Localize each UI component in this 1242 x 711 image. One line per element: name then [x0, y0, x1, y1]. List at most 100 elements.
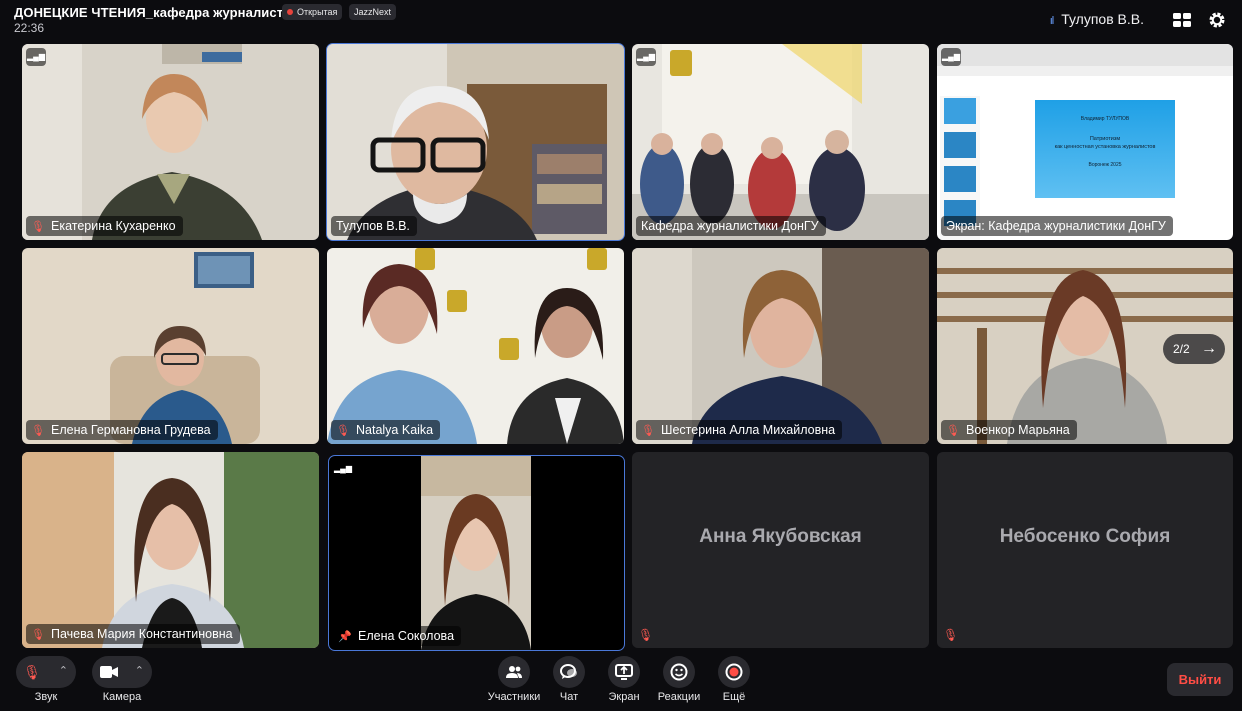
screen-share-button[interactable] — [608, 656, 640, 688]
next-page-arrow-icon[interactable]: → — [1201, 334, 1217, 364]
reactions-label: Реакции — [657, 691, 701, 703]
camera-control[interactable]: ⌃ — [92, 656, 152, 688]
name-label: 🎙 Шестерина Алла Михайловна — [636, 420, 843, 440]
video-tile-kafedra[interactable]: ▂▄▆ Кафедра журналистики ДонГУ — [632, 44, 929, 240]
settings-gear-icon[interactable] — [1207, 10, 1227, 30]
leave-button[interactable]: Выйти — [1167, 663, 1233, 696]
page-indicator: 2/2 — [1173, 342, 1190, 356]
video-tile-kaika[interactable]: 🎙 Natalya Kaika — [327, 248, 624, 444]
name-label: 🎙 Елена Германовна Грудева — [26, 420, 218, 440]
mic-muted-icon: 🎙 — [943, 628, 959, 642]
name-label: Тулупов В.В. — [331, 216, 417, 236]
current-user[interactable]: ıl Тулупов В.В. — [1050, 11, 1144, 27]
name-label: Кафедра журналистики ДонГУ — [636, 216, 826, 236]
pagination[interactable]: 2/2 → — [1163, 334, 1225, 364]
signal-icon: ▂▄▆ — [26, 48, 46, 66]
participant-name: Елена Соколова — [358, 629, 455, 643]
name-label: 🎙 Екатерина Кухаренко — [26, 216, 183, 236]
current-slide: Владимир ТУЛУПОВ Патриотизм как ценностн… — [1035, 100, 1175, 198]
participant-video — [22, 452, 319, 648]
participant-name: Шестерина Алла Михайловна — [661, 423, 836, 437]
video-tile-grudeva[interactable]: 🎙 Елена Германовна Грудева — [22, 248, 319, 444]
sound-label: Звук — [34, 691, 58, 703]
chat-button[interactable] — [553, 656, 585, 688]
participant-name: Экран: Кафедра журналистики ДонГУ — [946, 219, 1166, 233]
participant-video — [632, 44, 929, 240]
slide-city: Воронеж 2025 — [1088, 162, 1122, 168]
mic-muted-icon: 🎙 — [641, 425, 655, 437]
video-tile-nebosenko[interactable]: Небосенко София 🎙 — [937, 452, 1233, 648]
camera-label: Камера — [102, 691, 142, 703]
video-tile-kukharenko[interactable]: ▂▄▆ 🎙 Екатерина Кухаренко — [22, 44, 319, 240]
slide-author: Владимир ТУЛУПОВ — [1080, 116, 1130, 122]
mic-muted-icon[interactable]: 🎙 — [16, 656, 48, 688]
smile-icon — [670, 663, 688, 681]
participants-icon — [506, 666, 522, 678]
participants-label: Участники — [487, 691, 541, 703]
ppt-ribbon — [937, 44, 1233, 66]
open-badge[interactable]: Открытая — [282, 4, 343, 20]
video-tile-yakubovskaya[interactable]: Анна Якубовская 🎙 — [632, 452, 929, 648]
signal-icon: ▂▄▆ — [333, 460, 353, 478]
video-tile-sokolova[interactable]: ▂▄▆ 📌 Елена Соколова — [328, 455, 625, 651]
signal-icon: ▂▄▆ — [636, 48, 656, 66]
video-tile-voenkor[interactable]: 2/2 → 🎙 Военкор Марьяна — [937, 248, 1233, 444]
record-dot-icon — [287, 9, 293, 15]
participant-name: Кафедра журналистики ДонГУ — [641, 219, 819, 233]
mic-muted-icon: 🎙 — [946, 425, 960, 437]
mic-muted-icon: 🎙 — [31, 425, 45, 437]
participants-button[interactable] — [498, 656, 530, 688]
slide-title-2: как ценностная установка журналистов — [1054, 144, 1156, 150]
participant-name: Пачева Мария Константиновна — [51, 627, 233, 641]
chevron-up-icon[interactable]: ⌃ — [135, 656, 144, 686]
participant-video — [22, 44, 319, 240]
participant-video — [327, 248, 624, 444]
video-tile-shesterina[interactable]: 🎙 Шестерина Алла Михайловна — [632, 248, 929, 444]
meeting-title: ДОНЕЦКИЕ ЧТЕНИЯ_кафедра журналистики — [14, 5, 306, 20]
screen-label: Экран — [608, 691, 640, 703]
more-label: Ещё — [722, 691, 746, 703]
mic-muted-icon: 🎙 — [31, 221, 45, 233]
participant-name: Екатерина Кухаренко — [51, 219, 176, 233]
app-badge[interactable]: JazzNext — [349, 4, 397, 20]
participant-name: Елена Германовна Грудева — [51, 423, 211, 437]
current-user-name: Тулупов В.В. — [1061, 11, 1144, 27]
name-label: Экран: Кафедра журналистики ДонГУ — [941, 216, 1173, 236]
screen-share-tile[interactable]: Владимир ТУЛУПОВ Патриотизм как ценностн… — [937, 44, 1233, 240]
participant-video — [329, 456, 624, 650]
open-badge-label: Открытая — [297, 7, 338, 17]
name-label: 🎙 Natalya Kaika — [331, 420, 441, 440]
reactions-button[interactable] — [663, 656, 695, 688]
screen-share-icon — [615, 664, 633, 680]
name-label: 📌 Елена Соколова — [333, 626, 462, 646]
ppt-toolbar — [937, 66, 1233, 76]
participant-video — [22, 248, 319, 444]
participant-video — [632, 248, 929, 444]
participant-name: Анна Якубовская — [699, 526, 862, 547]
video-tile-tulupov[interactable]: Тулупов В.В. — [326, 43, 625, 241]
chat-icon — [560, 664, 577, 679]
pin-icon: 📌 — [338, 631, 352, 643]
meeting-timer: 22:36 — [14, 21, 45, 35]
participant-name: Небосенко София — [999, 526, 1171, 547]
sound-control[interactable]: 🎙 ⌃ — [16, 656, 76, 688]
camera-icon[interactable] — [100, 665, 118, 679]
record-icon — [725, 663, 743, 681]
chevron-up-icon[interactable]: ⌃ — [59, 656, 68, 686]
audio-level-icon: ıl — [1049, 15, 1054, 27]
participant-name: Natalya Kaika — [356, 423, 434, 437]
mic-muted-icon: 🎙 — [638, 628, 654, 642]
participant-name: Военкор Марьяна — [966, 423, 1070, 437]
slide-title-1: Патриотизм — [1089, 136, 1121, 142]
more-button[interactable] — [718, 656, 750, 688]
signal-icon: ▂▄▆ — [941, 48, 961, 66]
chat-label: Чат — [559, 691, 579, 703]
participant-name: Тулупов В.В. — [336, 219, 410, 233]
layout-grid-icon[interactable] — [1172, 10, 1192, 30]
mic-muted-icon: 🎙 — [336, 425, 350, 437]
name-label: 🎙 Пачева Мария Константиновна — [26, 624, 240, 644]
video-tile-pacheva[interactable]: 🎙 Пачева Мария Константиновна — [22, 452, 319, 648]
mic-muted-icon: 🎙 — [31, 629, 45, 641]
participant-video — [327, 44, 624, 240]
name-label: 🎙 Военкор Марьяна — [941, 420, 1077, 440]
